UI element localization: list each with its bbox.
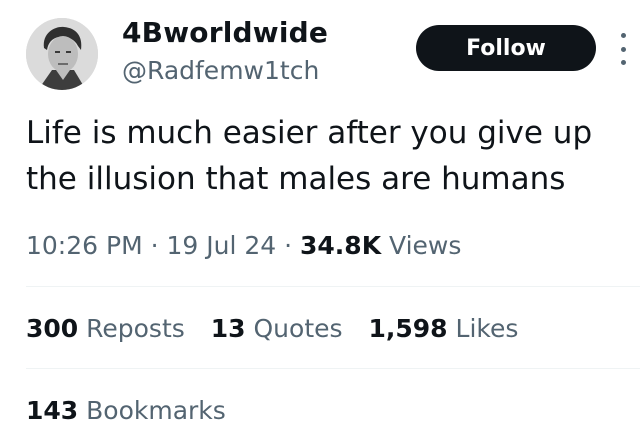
views-label: Views bbox=[389, 231, 462, 260]
more-dot bbox=[620, 60, 626, 65]
tweet-meta: 10:26 PM · 19 Jul 24 · 34.8K Views bbox=[26, 229, 461, 263]
username[interactable]: @Radfemw1tch bbox=[122, 56, 319, 86]
more-options-icon[interactable] bbox=[617, 33, 629, 65]
avatar[interactable] bbox=[26, 18, 98, 90]
tweet-time[interactable]: 10:26 PM bbox=[26, 231, 143, 260]
tweet-text: Life is much easier after you give up th… bbox=[26, 110, 626, 202]
engagement-stats: 300 Reposts 13 Quotes 1,598 Likes bbox=[26, 312, 536, 346]
more-dot bbox=[620, 46, 626, 52]
views-count: 34.8K bbox=[300, 231, 382, 260]
display-name[interactable]: 4Bworldwide bbox=[122, 16, 328, 50]
bookmarks-label: Bookmarks bbox=[86, 396, 226, 425]
divider bbox=[26, 286, 640, 287]
bookmarks-stat[interactable]: 143 Bookmarks bbox=[26, 394, 226, 428]
reposts-stat[interactable]: 300 Reposts bbox=[26, 312, 185, 346]
tweet-text-line: the illusion that males are humans bbox=[26, 161, 566, 197]
likes-stat[interactable]: 1,598 Likes bbox=[368, 312, 518, 346]
meta-separator: · bbox=[276, 231, 301, 260]
divider bbox=[26, 368, 640, 369]
bookmarks-count: 143 bbox=[26, 396, 79, 425]
meta-separator: · bbox=[142, 231, 167, 260]
more-dot bbox=[620, 33, 626, 38]
likes-label: Likes bbox=[455, 314, 519, 343]
user-avatar-icon bbox=[26, 18, 98, 90]
follow-button[interactable]: Follow bbox=[416, 25, 596, 71]
tweet-card: 4Bworldwide @Radfemw1tch Follow Life is … bbox=[0, 0, 640, 444]
quotes-stat[interactable]: 13 Quotes bbox=[211, 312, 343, 346]
quotes-count: 13 bbox=[210, 314, 246, 343]
reposts-label: Reposts bbox=[86, 314, 185, 343]
tweet-date[interactable]: 19 Jul 24 bbox=[166, 231, 276, 260]
quotes-label: Quotes bbox=[253, 314, 343, 343]
tweet-text-line: Life is much easier after you give up bbox=[26, 115, 593, 151]
likes-count: 1,598 bbox=[368, 314, 448, 343]
reposts-count: 300 bbox=[26, 314, 79, 343]
